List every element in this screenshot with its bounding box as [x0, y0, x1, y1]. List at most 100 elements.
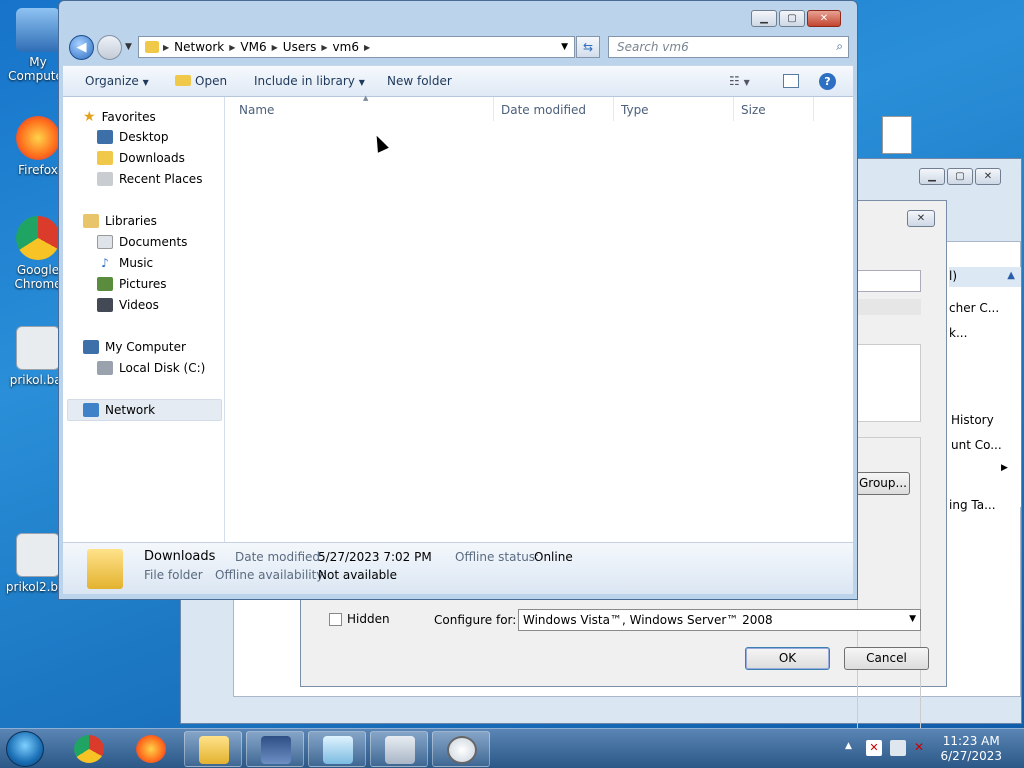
taskbar-calculator[interactable] — [370, 731, 428, 767]
recent-pages-chevron-icon[interactable]: ▼ — [125, 42, 132, 52]
navigation-pane: ★ Favorites Desktop Downloads Recent Plac… — [63, 97, 225, 542]
refresh-button[interactable]: ⇆ — [576, 36, 600, 58]
nav-my-computer[interactable]: My Computer — [83, 340, 186, 354]
column-header-date-modified[interactable]: Date modified — [501, 103, 586, 117]
maximize-button[interactable]: ▢ — [779, 10, 805, 27]
offline-availability-value: Not available — [318, 568, 398, 582]
nav-desktop[interactable]: Desktop — [97, 130, 169, 144]
column-header-type[interactable]: Type — [621, 103, 649, 117]
action-item[interactable]: ing Ta... — [949, 498, 996, 512]
computer-icon — [16, 8, 60, 52]
breadcrumb-vm6-user[interactable]: vm6 — [328, 40, 364, 54]
desktop-icon — [97, 130, 113, 144]
dialog-field — [857, 299, 921, 315]
change-view-button[interactable]: ☷ ▼ — [729, 74, 750, 88]
text-file-icon[interactable] — [882, 116, 912, 154]
network-icon — [83, 403, 99, 417]
date-modified-label: Date modified: — [235, 550, 325, 564]
file-list[interactable]: Name ▲ Date modified Type Size — [225, 94, 853, 542]
column-divider — [493, 97, 494, 121]
taskbar-chrome[interactable] — [60, 731, 118, 767]
breadcrumb-network[interactable]: Network — [169, 40, 229, 54]
breadcrumb-vm6[interactable]: VM6 — [235, 40, 271, 54]
notepad-icon — [323, 736, 353, 764]
taskbar-task-scheduler[interactable] — [432, 731, 490, 767]
pictures-icon — [97, 277, 113, 291]
close-button[interactable]: ✕ — [975, 168, 1001, 185]
taskbar-notepad[interactable] — [308, 731, 366, 767]
taskbar-remote-desktop[interactable] — [246, 731, 304, 767]
background-window-caption-buttons: ▁ ▢ ✕ — [919, 168, 1001, 185]
dialog-box — [857, 344, 921, 422]
system-clock[interactable]: 11:23 AM 6/27/2023 — [940, 734, 1002, 764]
hidden-checkbox[interactable] — [329, 613, 342, 626]
nav-downloads[interactable]: Downloads — [97, 151, 185, 165]
address-bar[interactable]: ▶ Network ▶ VM6 ▶ Users ▶ vm6 ▶ ▼ — [138, 36, 575, 58]
search-input[interactable]: Search vm6 ⌕ — [608, 36, 849, 58]
dialog-field[interactable] — [857, 270, 921, 292]
show-hidden-icons-button[interactable]: ▲ — [845, 741, 852, 751]
nav-music[interactable]: ♪ Music — [97, 256, 153, 270]
disk-drive-icon — [97, 361, 113, 375]
forward-button[interactable] — [97, 35, 122, 60]
change-user-or-group-button[interactable]: Group... — [856, 472, 910, 495]
action-item[interactable]: History — [951, 413, 994, 427]
chevron-down-icon: ▼ — [358, 78, 365, 87]
dialog-close-button[interactable]: ✕ — [907, 210, 935, 227]
maximize-button[interactable]: ▢ — [947, 168, 973, 185]
remote-desktop-icon — [261, 736, 291, 764]
sort-arrow-icon: ▲ — [363, 94, 369, 102]
nav-favorites[interactable]: ★ Favorites — [83, 109, 156, 125]
include-in-library-button[interactable]: Include in library ▼ — [254, 74, 365, 88]
action-center-icon[interactable]: ✕ — [866, 740, 882, 756]
configure-for-label: Configure for: — [434, 613, 517, 627]
nav-libraries[interactable]: Libraries — [83, 214, 157, 228]
nav-label: My Computer — [105, 340, 186, 354]
nav-videos[interactable]: Videos — [97, 298, 159, 312]
configure-for-select[interactable]: Windows Vista™, Windows Server™ 2008 ▼ — [518, 609, 921, 631]
chrome-icon — [16, 216, 60, 260]
nav-network[interactable]: Network — [83, 403, 155, 417]
recent-places-icon — [97, 172, 113, 186]
firefox-icon — [136, 735, 166, 763]
volume-muted-icon[interactable]: ✕ — [914, 740, 930, 756]
start-button[interactable] — [6, 731, 44, 767]
open-button[interactable]: Open — [175, 74, 227, 88]
column-header-name[interactable]: Name — [239, 103, 274, 117]
actions-pane: l) ▲ cher C... k... ing Ta... — [949, 267, 1021, 512]
organize-button[interactable]: Organize ▼ — [85, 74, 149, 88]
action-item[interactable]: unt Co... — [951, 438, 1002, 452]
ok-button[interactable]: OK — [745, 647, 830, 670]
close-button[interactable]: ✕ — [807, 10, 841, 27]
network-status-icon[interactable] — [890, 740, 906, 756]
cancel-button[interactable]: Cancel — [844, 647, 929, 670]
new-folder-button[interactable]: New folder — [387, 74, 452, 88]
explorer-window[interactable]: ▁ ▢ ✕ ◀ ▼ ▶ Network ▶ VM6 ▶ Users ▶ vm6 … — [58, 0, 858, 600]
column-header-size[interactable]: Size — [741, 103, 766, 117]
address-dropdown-icon[interactable]: ▼ — [561, 42, 568, 52]
nav-documents[interactable]: Documents — [97, 235, 187, 249]
breadcrumb-users[interactable]: Users — [278, 40, 322, 54]
nav-recent-places[interactable]: Recent Places — [97, 172, 202, 186]
preview-pane-button[interactable] — [783, 74, 799, 88]
taskbar: ▲ ✕ ✕ 11:23 AM 6/27/2023 — [0, 728, 1024, 768]
minimize-button[interactable]: ▁ — [751, 10, 777, 27]
submenu-arrow-icon: ▶ — [1001, 463, 1008, 473]
collapse-arrow-icon[interactable]: ▲ — [1007, 270, 1015, 281]
hidden-label: Hidden — [347, 612, 390, 626]
action-item[interactable]: cher C... — [949, 301, 999, 315]
nav-local-disk[interactable]: Local Disk (C:) — [97, 361, 205, 375]
chrome-icon — [74, 735, 104, 763]
action-item[interactable]: k... — [949, 326, 967, 340]
videos-icon — [97, 298, 113, 312]
help-icon[interactable]: ? — [819, 73, 836, 90]
music-icon: ♪ — [101, 256, 109, 270]
gear-file-icon — [16, 326, 60, 370]
nav-label: Libraries — [105, 214, 157, 228]
minimize-button[interactable]: ▁ — [919, 168, 945, 185]
nav-pictures[interactable]: Pictures — [97, 277, 167, 291]
search-placeholder: Search vm6 — [617, 40, 689, 54]
back-button[interactable]: ◀ — [69, 35, 94, 60]
taskbar-firefox[interactable] — [122, 731, 180, 767]
taskbar-explorer[interactable] — [184, 731, 242, 767]
